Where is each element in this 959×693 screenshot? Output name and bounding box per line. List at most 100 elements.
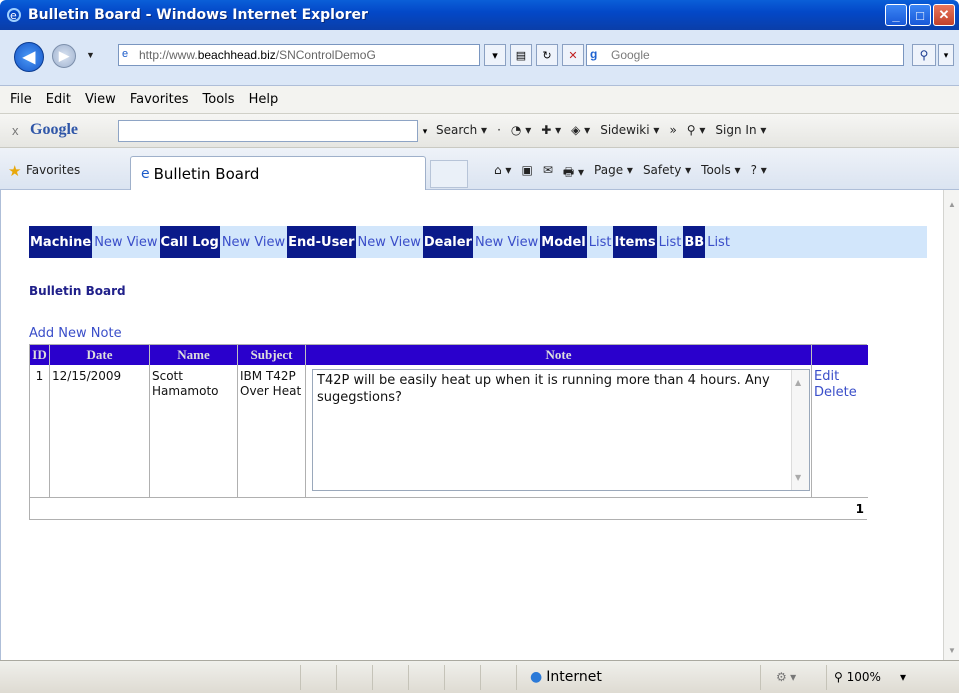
menu-edit[interactable]: Edit [46, 92, 71, 107]
note-textarea[interactable]: T42P will be easily heat up when it is r… [312, 369, 810, 491]
address-bar[interactable]: e http://www. beachhead.biz/SNControlDemo… [118, 44, 480, 66]
address-dropdown-button[interactable]: ▾ [484, 44, 506, 66]
safety-menu-button[interactable]: Safety ▾ [643, 163, 691, 184]
google-toolbar-close-icon[interactable]: x [12, 123, 19, 138]
compatibility-icon[interactable]: ▤ [510, 44, 532, 66]
google-settings-button[interactable]: ⚲ ▾ [687, 123, 706, 137]
google-more-button[interactable]: » [669, 123, 676, 137]
menu-file[interactable]: File [10, 92, 32, 107]
cell-note: T42P will be easily heat up when it is r… [306, 365, 812, 497]
protected-mode-icon[interactable]: ⚙ ▾ [776, 670, 796, 684]
table-row: 1 12/15/2009 Scott Hamamoto IBM T42P Ove… [30, 365, 868, 497]
google-toolbar-dropdown[interactable]: ▾ [418, 120, 432, 142]
google-translate-button[interactable]: ◈ ▾ [571, 123, 590, 137]
nav-item-list[interactable]: List [705, 226, 732, 258]
stop-icon[interactable]: ✕ [562, 44, 584, 66]
favorites-button[interactable]: Favorites [26, 163, 80, 177]
nav-item-items[interactable]: Items [613, 226, 657, 258]
zone-label: Internet [546, 669, 602, 685]
edit-link[interactable]: Edit [814, 369, 866, 385]
menu-favorites[interactable]: Favorites [130, 92, 189, 107]
command-bar: ⌂ ▾ ▣ ✉ 🖶 ▾ Page ▾ Safety ▾ Tools ▾ ? ▾ [494, 163, 767, 184]
cell-date: 12/15/2009 [50, 365, 150, 497]
menu-view[interactable]: View [85, 92, 116, 107]
status-divider [372, 665, 373, 690]
back-button[interactable]: ◀ [14, 42, 44, 72]
status-divider [336, 665, 337, 690]
forward-button[interactable]: ▶ [52, 44, 76, 68]
url-path: /SNControlDemoG [275, 48, 376, 62]
security-zone[interactable]: ● Internet [530, 669, 602, 685]
tab-title: Bulletin Board [153, 164, 260, 183]
tab-bulletin-board[interactable]: e Bulletin Board [130, 156, 426, 190]
nav-item-new-view[interactable]: New View [473, 226, 540, 258]
google-bookmarks-button[interactable]: ◔ ▾ [511, 123, 531, 137]
search-placeholder: Google [611, 48, 650, 62]
google-search-button[interactable]: Search ▾ [436, 123, 487, 137]
nav-item-call-log[interactable]: Call Log [159, 226, 220, 258]
status-divider [826, 665, 827, 690]
add-new-note-link[interactable]: Add New Note [29, 326, 122, 341]
search-options-button[interactable]: ▾ [938, 44, 954, 66]
print-button[interactable]: 🖶 ▾ [563, 163, 584, 184]
status-divider [480, 665, 481, 690]
status-divider [516, 665, 517, 690]
page-scrollbar[interactable]: ▲ ▼ [943, 190, 959, 660]
page-menu-button[interactable]: Page ▾ [594, 163, 633, 184]
nav-item-new-view[interactable]: New View [92, 226, 159, 258]
pager-page-1[interactable]: 1 [856, 502, 864, 516]
minimize-button[interactable]: _ [885, 4, 907, 26]
tools-menu-button[interactable]: Tools ▾ [701, 163, 740, 184]
page-content: Machine New View Call Log New View End-User N… [0, 190, 943, 660]
google-toolbar-items: Search ▾ · ◔ ▾ ✚ ▾ ◈ ▾ Sidewiki ▾ » ⚲ ▾ … [436, 123, 766, 137]
nav-item-machine[interactable]: Machine [29, 226, 93, 258]
scroll-up-icon[interactable]: ▲ [944, 196, 959, 212]
home-button[interactable]: ⌂ ▾ [494, 163, 511, 184]
zoom-dropdown[interactable]: ▾ [900, 670, 906, 684]
nav-item-dealer[interactable]: Dealer [422, 226, 473, 258]
menu-help[interactable]: Help [249, 92, 279, 107]
note-scrollbar[interactable]: ▲ ▼ [791, 370, 809, 490]
status-divider [444, 665, 445, 690]
col-id: ID [30, 345, 50, 365]
delete-link[interactable]: Delete [814, 385, 866, 401]
menu-tools[interactable]: Tools [203, 92, 235, 107]
google-sign-in-button[interactable]: Sign In ▾ [715, 123, 766, 137]
recent-pages-dropdown[interactable]: ▼ [86, 50, 95, 60]
new-tab-button[interactable] [430, 160, 468, 188]
google-toolbar-search-input[interactable] [118, 120, 418, 142]
google-toolbar-logo: Google [30, 121, 78, 138]
nav-item-list[interactable]: List [587, 226, 614, 258]
page-icon: e [122, 48, 129, 60]
favorites-bar: ★ Favorites e Bulletin Board ⌂ ▾ ▣ ✉ 🖶 ▾… [0, 148, 959, 190]
nav-item-end-user[interactable]: End-User [287, 226, 356, 258]
feeds-button[interactable]: ▣ [521, 163, 532, 184]
refresh-icon[interactable]: ↻ [536, 44, 558, 66]
sidewiki-button[interactable]: Sidewiki ▾ [600, 123, 659, 137]
bulletin-grid: ID Date Name Subject Note 1 12/15/2009 S… [29, 344, 868, 520]
menu-bar: File Edit View Favorites Tools Help [0, 86, 959, 114]
search-input[interactable]: g Google [586, 44, 904, 66]
scroll-down-icon[interactable]: ▼ [944, 642, 959, 658]
url-prefix: http://www. [139, 48, 198, 62]
close-button[interactable]: ✕ [933, 4, 955, 26]
google-plus-button[interactable]: ✚ ▾ [541, 123, 561, 137]
arrow-left-icon: ◀ [22, 49, 36, 66]
nav-item-new-view[interactable]: New View [356, 226, 423, 258]
star-icon: ★ [8, 163, 22, 180]
help-menu-button[interactable]: ? ▾ [751, 163, 767, 184]
page-title: Bulletin Board [29, 284, 126, 298]
address-buttons: ▾ ▤ ↻ ✕ [484, 44, 584, 66]
mail-button[interactable]: ✉ [543, 163, 553, 184]
zoom-control[interactable]: ⚲ 100% ▾ [834, 670, 906, 684]
nav-item-new-view[interactable]: New View [220, 226, 287, 258]
nav-item-list[interactable]: List [657, 226, 684, 258]
svg-text:e: e [10, 9, 17, 22]
maximize-button[interactable]: □ [909, 4, 931, 26]
note-text: T42P will be easily heat up when it is r… [317, 373, 770, 405]
grid-pager: 1 [30, 497, 868, 519]
nav-item-bb[interactable]: BB [683, 226, 706, 258]
search-button[interactable]: ⚲ [912, 44, 936, 66]
cell-name: Scott Hamamoto [150, 365, 238, 497]
nav-item-model[interactable]: Model [540, 226, 587, 258]
